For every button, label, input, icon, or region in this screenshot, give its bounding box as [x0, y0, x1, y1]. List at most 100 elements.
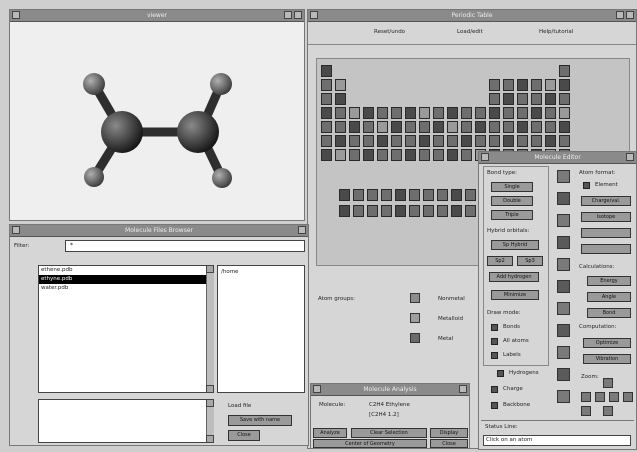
- element-cell[interactable]: [433, 121, 444, 133]
- element-cell[interactable]: [461, 121, 472, 133]
- format-extra-button[interactable]: [581, 228, 631, 238]
- element-cell[interactable]: [559, 65, 570, 77]
- element-cell[interactable]: [545, 93, 556, 105]
- angle-button[interactable]: Angle: [587, 292, 631, 302]
- element-cell[interactable]: [559, 107, 570, 119]
- file-list-scrollbar[interactable]: [206, 265, 214, 393]
- display-button[interactable]: Display: [430, 428, 468, 438]
- double-bond-button[interactable]: Double: [491, 196, 533, 206]
- element-cell[interactable]: [377, 107, 388, 119]
- tool-icon[interactable]: [557, 236, 570, 249]
- element-cell[interactable]: [503, 135, 514, 147]
- element-cell[interactable]: [475, 135, 486, 147]
- zoom-icon[interactable]: [603, 378, 613, 388]
- lanthanide-cell[interactable]: [423, 189, 434, 201]
- actinide-cell[interactable]: [423, 205, 434, 217]
- element-cell[interactable]: [461, 135, 472, 147]
- element-cell[interactable]: [475, 107, 486, 119]
- lanthanide-cell[interactable]: [409, 189, 420, 201]
- element-cell[interactable]: [349, 135, 360, 147]
- lanthanide-cell[interactable]: [437, 189, 448, 201]
- element-cell[interactable]: [531, 121, 542, 133]
- element-cell[interactable]: [335, 79, 346, 91]
- maximize-icon[interactable]: [294, 11, 302, 19]
- window-menu-icon[interactable]: [12, 11, 20, 19]
- element-cell[interactable]: [433, 107, 444, 119]
- element-cell[interactable]: [447, 121, 458, 133]
- element-cell[interactable]: [461, 107, 472, 119]
- triple-bond-button[interactable]: Triple: [491, 210, 533, 220]
- analysis-titlebar[interactable]: Molecule Analysis: [311, 384, 469, 396]
- element-cell[interactable]: [391, 107, 402, 119]
- element-cell[interactable]: [321, 149, 332, 161]
- element-cell[interactable]: [349, 149, 360, 161]
- element-cell[interactable]: [489, 121, 500, 133]
- zoom-icon[interactable]: [609, 392, 619, 402]
- actinide-cell[interactable]: [395, 205, 406, 217]
- tool-icon[interactable]: [557, 368, 570, 381]
- element-cell[interactable]: [531, 135, 542, 147]
- zoom-icon[interactable]: [581, 406, 591, 416]
- window-menu-icon[interactable]: [313, 385, 321, 393]
- element-cell[interactable]: [489, 135, 500, 147]
- element-cell[interactable]: [405, 121, 416, 133]
- actinide-cell[interactable]: [381, 205, 392, 217]
- draw-option-checkbox[interactable]: [491, 402, 498, 409]
- element-cell[interactable]: [531, 107, 542, 119]
- draw-option-checkbox[interactable]: [491, 386, 498, 393]
- editor-titlebar[interactable]: Molecule Editor: [479, 152, 636, 164]
- close-button[interactable]: Close: [430, 439, 468, 448]
- bond-button[interactable]: Bond: [587, 308, 631, 318]
- element-cell[interactable]: [349, 107, 360, 119]
- maximize-icon[interactable]: [626, 11, 634, 19]
- draw-option-checkbox[interactable]: [497, 370, 504, 377]
- maximize-icon[interactable]: [626, 153, 634, 161]
- zoom-icon[interactable]: [603, 406, 613, 416]
- element-cell[interactable]: [321, 93, 332, 105]
- minimize-button[interactable]: Minimize: [491, 290, 539, 300]
- menu-item[interactable]: Help/tutorial: [539, 29, 573, 35]
- lanthanide-cell[interactable]: [367, 189, 378, 201]
- element-cell[interactable]: [545, 79, 556, 91]
- maximize-icon[interactable]: [459, 385, 467, 393]
- element-cell[interactable]: [405, 135, 416, 147]
- scroll-up-icon[interactable]: [206, 265, 214, 273]
- element-cell[interactable]: [489, 93, 500, 105]
- tool-icon[interactable]: [557, 280, 570, 293]
- element-cell[interactable]: [503, 79, 514, 91]
- scroll-down-icon[interactable]: [206, 385, 214, 393]
- element-cell[interactable]: [517, 135, 528, 147]
- element-cell[interactable]: [489, 107, 500, 119]
- window-menu-icon[interactable]: [310, 11, 318, 19]
- element-cell[interactable]: [363, 149, 374, 161]
- file-browser-titlebar[interactable]: Molecule Files Browser: [10, 225, 308, 237]
- actinide-cell[interactable]: [465, 205, 476, 217]
- single-bond-button[interactable]: Single: [491, 182, 533, 192]
- filter-input[interactable]: *: [65, 240, 305, 252]
- element-cell[interactable]: [335, 149, 346, 161]
- minimize-icon[interactable]: [284, 11, 292, 19]
- element-cell[interactable]: [545, 121, 556, 133]
- element-cell[interactable]: [545, 135, 556, 147]
- analyze-button[interactable]: Analyze: [313, 428, 347, 438]
- actinide-cell[interactable]: [451, 205, 462, 217]
- actinide-cell[interactable]: [437, 205, 448, 217]
- actinide-cell[interactable]: [409, 205, 420, 217]
- menu-item[interactable]: Reset/undo: [374, 29, 405, 35]
- element-cell[interactable]: [531, 79, 542, 91]
- element-cell[interactable]: [363, 107, 374, 119]
- tool-icon[interactable]: [557, 258, 570, 271]
- maximize-icon[interactable]: [298, 226, 306, 234]
- lanthanide-cell[interactable]: [465, 189, 476, 201]
- zoom-icon[interactable]: [595, 392, 605, 402]
- element-cell[interactable]: [321, 79, 332, 91]
- viewer-titlebar[interactable]: viewer: [10, 10, 304, 22]
- atom-format-checkbox[interactable]: [583, 182, 590, 189]
- close-button[interactable]: Close: [228, 430, 260, 441]
- sp3-button[interactable]: Sp3: [517, 256, 543, 266]
- element-cell[interactable]: [517, 107, 528, 119]
- menu-item[interactable]: Load/edit: [457, 29, 483, 35]
- element-cell[interactable]: [447, 135, 458, 147]
- lanthanide-cell[interactable]: [451, 189, 462, 201]
- element-cell[interactable]: [433, 135, 444, 147]
